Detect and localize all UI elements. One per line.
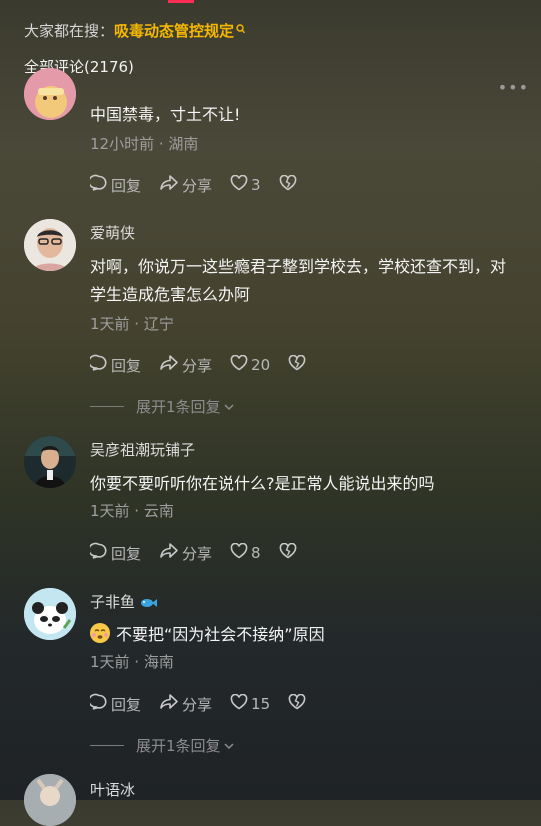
comment-actions: 回复 分享 20 <box>88 354 327 376</box>
expand-replies-button[interactable]: 展开1条回复 <box>90 396 235 417</box>
avatar[interactable] <box>24 588 76 640</box>
comment-actions: 回复 分享 8 <box>88 542 318 564</box>
like-button[interactable]: 15 <box>230 693 271 714</box>
heart-icon <box>230 693 251 714</box>
comment-icon <box>88 542 111 564</box>
reply-button[interactable]: 回复 <box>88 693 142 715</box>
share-icon <box>159 354 182 376</box>
like-button[interactable]: 8 <box>230 542 261 563</box>
search-suggestion[interactable]: 大家都在搜：吸毒动态管控规定 <box>24 20 246 42</box>
search-query-link[interactable]: 吸毒动态管控规定 <box>114 22 234 40</box>
avatar[interactable] <box>24 219 76 271</box>
heart-icon <box>230 174 251 195</box>
like-button[interactable]: 20 <box>230 354 271 375</box>
expand-replies-button[interactable]: 展开1条回复 <box>90 735 235 756</box>
comment-icon <box>88 354 111 376</box>
comment-text: 你要不要听听你在说什么?是正常人能说出来的吗 <box>90 474 435 493</box>
comment-meta: 1天前 · 辽宁 <box>90 315 174 333</box>
share-label: 分享 <box>182 356 213 375</box>
avatar[interactable] <box>24 436 76 488</box>
comment-username[interactable]: 子非鱼 <box>90 591 158 613</box>
share-label: 分享 <box>182 176 213 195</box>
like-count: 3 <box>251 176 261 194</box>
chevron-down-icon <box>223 737 235 755</box>
divider-line <box>90 406 124 407</box>
comment-meta: 1天前 · 云南 <box>90 502 174 520</box>
comment-actions: 回复 分享 15 <box>88 693 327 715</box>
chevron-down-icon <box>223 398 235 416</box>
share-button[interactable]: 分享 <box>159 693 212 715</box>
fish-icon <box>139 595 158 613</box>
comment-actions: 回复 分享 3 <box>88 174 318 196</box>
like-button[interactable]: 3 <box>230 174 261 195</box>
comment-username[interactable]: 叶语冰 <box>90 779 135 800</box>
broken-heart-icon <box>288 693 309 714</box>
like-count: 15 <box>251 695 271 713</box>
like-count: 20 <box>251 356 271 374</box>
reply-button[interactable]: 回复 <box>88 174 142 196</box>
reply-label: 回复 <box>111 356 142 375</box>
share-button[interactable]: 分享 <box>159 354 212 376</box>
search-prefix: 大家都在搜： <box>24 22 115 40</box>
heart-icon <box>230 354 251 375</box>
dislike-button[interactable] <box>288 354 309 375</box>
reply-button[interactable]: 回复 <box>88 542 142 564</box>
share-icon <box>159 693 182 715</box>
comment-text: 不要把“因为社会不接纳”原因 <box>90 621 513 649</box>
expand-replies-label: 展开1条回复 <box>136 737 221 755</box>
username-label: 子非鱼 <box>90 593 136 611</box>
divider-line <box>90 745 124 746</box>
avatar[interactable] <box>24 774 76 826</box>
expand-replies-label: 展开1条回复 <box>136 398 221 416</box>
reply-label: 回复 <box>111 544 142 563</box>
comment-text: 中国禁毒，寸土不让! <box>90 105 241 124</box>
share-icon <box>159 542 182 564</box>
comment-icon <box>88 693 111 715</box>
more-options-icon[interactable]: ••• <box>498 78 529 97</box>
dislike-button[interactable] <box>279 542 300 563</box>
comment-username[interactable]: 爱萌侠 <box>90 222 135 243</box>
broken-heart-icon <box>279 542 300 563</box>
dislike-button[interactable] <box>279 174 300 195</box>
comment-username[interactable]: 吴彦祖潮玩铺子 <box>90 439 195 460</box>
share-label: 分享 <box>182 544 213 563</box>
reply-label: 回复 <box>111 695 142 714</box>
like-count: 8 <box>251 544 261 562</box>
sleepy-face-emoji-icon <box>90 623 110 643</box>
share-button[interactable]: 分享 <box>159 174 212 196</box>
heart-icon <box>230 542 251 563</box>
comment-meta: 1天前 · 海南 <box>90 653 174 671</box>
share-button[interactable]: 分享 <box>159 542 212 564</box>
reply-label: 回复 <box>111 176 142 195</box>
broken-heart-icon <box>288 354 309 375</box>
comment-text-content: 不要把“因为社会不接纳”原因 <box>116 625 325 644</box>
comment-meta: 12小时前 · 湖南 <box>90 135 199 153</box>
tab-indicator <box>168 0 194 3</box>
comment-text: 对啊，你说万一这些瘾君子整到学校去，学校还查不到，对学生造成危害怎么办阿 <box>90 257 507 304</box>
avatar[interactable] <box>24 68 76 120</box>
broken-heart-icon <box>279 174 300 195</box>
reply-button[interactable]: 回复 <box>88 354 142 376</box>
search-icon <box>236 20 246 42</box>
dislike-button[interactable] <box>288 693 309 714</box>
comment-icon <box>88 174 111 196</box>
share-icon <box>159 174 182 196</box>
share-label: 分享 <box>182 695 213 714</box>
